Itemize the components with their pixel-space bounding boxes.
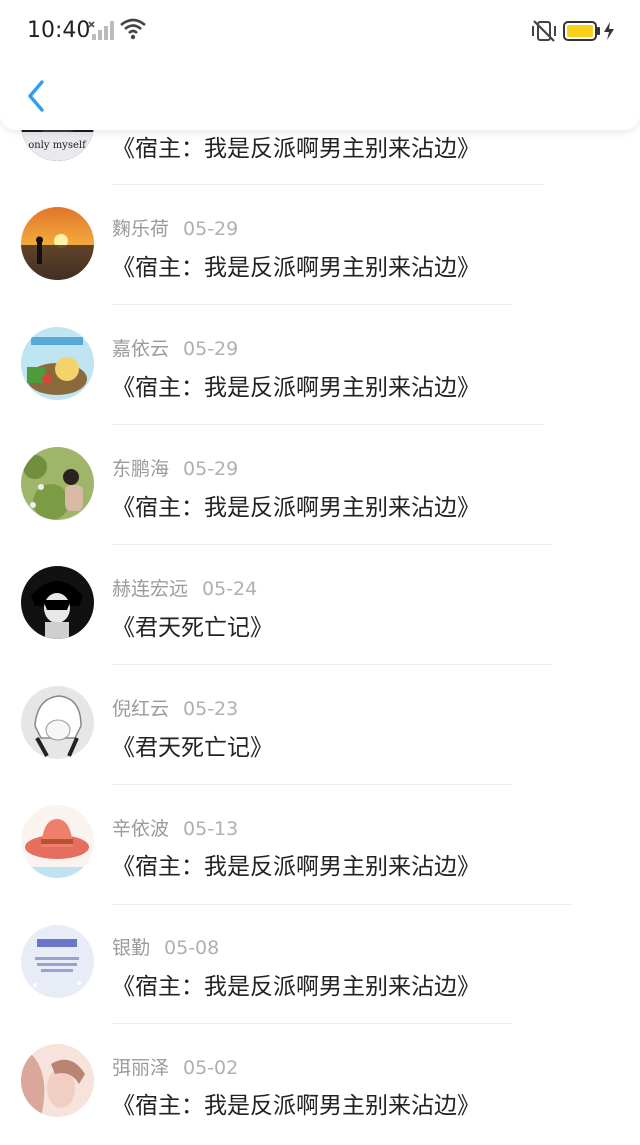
comment-date: 05-02 <box>183 1057 239 1079</box>
comment-title: 《君天死亡记》 <box>112 735 273 761</box>
battery-icon <box>563 21 600 41</box>
comment-meta: 赫连宏远 05-24 <box>112 574 257 601</box>
vibrate-off-icon <box>532 20 556 42</box>
list-item[interactable]: 嘉依云 05-29 《宿主：我是反派啊男主别来沾边》 <box>0 305 640 425</box>
comment-title: 《宿主：我是反派啊男主别来沾边》 <box>112 495 480 521</box>
avatar <box>21 805 94 878</box>
user-name[interactable]: 辛依波 <box>112 818 169 840</box>
avatar <box>21 566 94 639</box>
top-app-bar <box>0 60 640 130</box>
divider <box>112 1023 512 1024</box>
comment-meta: 麴乐荷 05-29 <box>112 214 238 241</box>
chevron-left-icon <box>28 80 44 112</box>
svg-text:only myself: only myself <box>28 140 87 151</box>
comment-date: 05-29 <box>183 338 239 360</box>
comment-title: 《宿主：我是反派啊男主别来沾边》 <box>112 854 480 880</box>
status-bar: 10:40 <box>0 0 640 60</box>
comment-title: 《君天死亡记》 <box>112 615 273 641</box>
comment-date: 05-29 <box>183 458 239 480</box>
comment-title: 《宿主：我是反派啊男主别来沾边》 <box>112 255 480 281</box>
user-name[interactable]: 赫连宏远 <box>112 578 188 600</box>
comment-meta: 辛依波 05-13 <box>112 814 238 841</box>
avatar <box>21 686 94 759</box>
comment-meta: 银勤 05-08 <box>112 933 219 960</box>
comment-date: 05-24 <box>202 578 258 600</box>
list-item[interactable]: 麴乐荷 05-29 《宿主：我是反派啊男主别来沾边》 <box>0 185 640 305</box>
comment-date: 05-13 <box>183 818 239 840</box>
comment-meta: 东鹏海 05-29 <box>112 454 238 481</box>
list-item[interactable]: 弭丽泽 05-02 《宿主：我是反派啊男主别来沾边》 <box>0 1025 640 1145</box>
user-name[interactable]: 银勤 <box>112 937 150 959</box>
list-item[interactable]: 东鹏海 05-29 《宿主：我是反派啊男主别来沾边》 <box>0 425 640 545</box>
comment-date: 05-23 <box>183 698 239 720</box>
charging-icon <box>604 22 614 40</box>
user-name[interactable]: 东鹏海 <box>112 458 169 480</box>
comment-meta: 弭丽泽 05-02 <box>112 1053 238 1080</box>
avatar <box>21 447 94 520</box>
list-item[interactable]: 银勤 05-08 《宿主：我是反派啊男主别来沾边》 <box>0 905 640 1025</box>
avatar <box>21 207 94 280</box>
list-item[interactable]: 赫连宏远 05-24 《君天死亡记》 <box>0 545 640 665</box>
comment-title: 《宿主：我是反派啊男主别来沾边》 <box>112 974 480 1000</box>
comment-list: only myself 《宿主：我是反派啊男主别来沾边》 麴乐荷 05-29 《宿… <box>0 0 640 1138</box>
list-item[interactable]: 辛依波 05-13 《宿主：我是反派啊男主别来沾边》 <box>0 785 640 905</box>
status-time: 10:40 <box>27 18 91 43</box>
comment-title: 《宿主：我是反派啊男主别来沾边》 <box>112 1093 480 1119</box>
user-name[interactable]: 嘉依云 <box>112 338 169 360</box>
signal-icon <box>88 21 114 40</box>
user-name[interactable]: 弭丽泽 <box>112 1057 169 1079</box>
back-button[interactable] <box>20 78 52 114</box>
list-item[interactable]: 倪红云 05-23 《君天死亡记》 <box>0 665 640 785</box>
comment-title: 《宿主：我是反派啊男主别来沾边》 <box>112 375 480 401</box>
user-name[interactable]: 麴乐荷 <box>112 218 169 240</box>
comment-meta: 倪红云 05-23 <box>112 694 238 721</box>
avatar <box>21 1044 94 1117</box>
comment-title: 《宿主：我是反派啊男主别来沾边》 <box>112 136 480 162</box>
comment-date: 05-08 <box>164 937 220 959</box>
avatar <box>21 327 94 400</box>
wifi-icon <box>120 18 146 40</box>
avatar <box>21 925 94 998</box>
comment-date: 05-29 <box>183 218 239 240</box>
user-name[interactable]: 倪红云 <box>112 698 169 720</box>
comment-meta: 嘉依云 05-29 <box>112 334 238 361</box>
